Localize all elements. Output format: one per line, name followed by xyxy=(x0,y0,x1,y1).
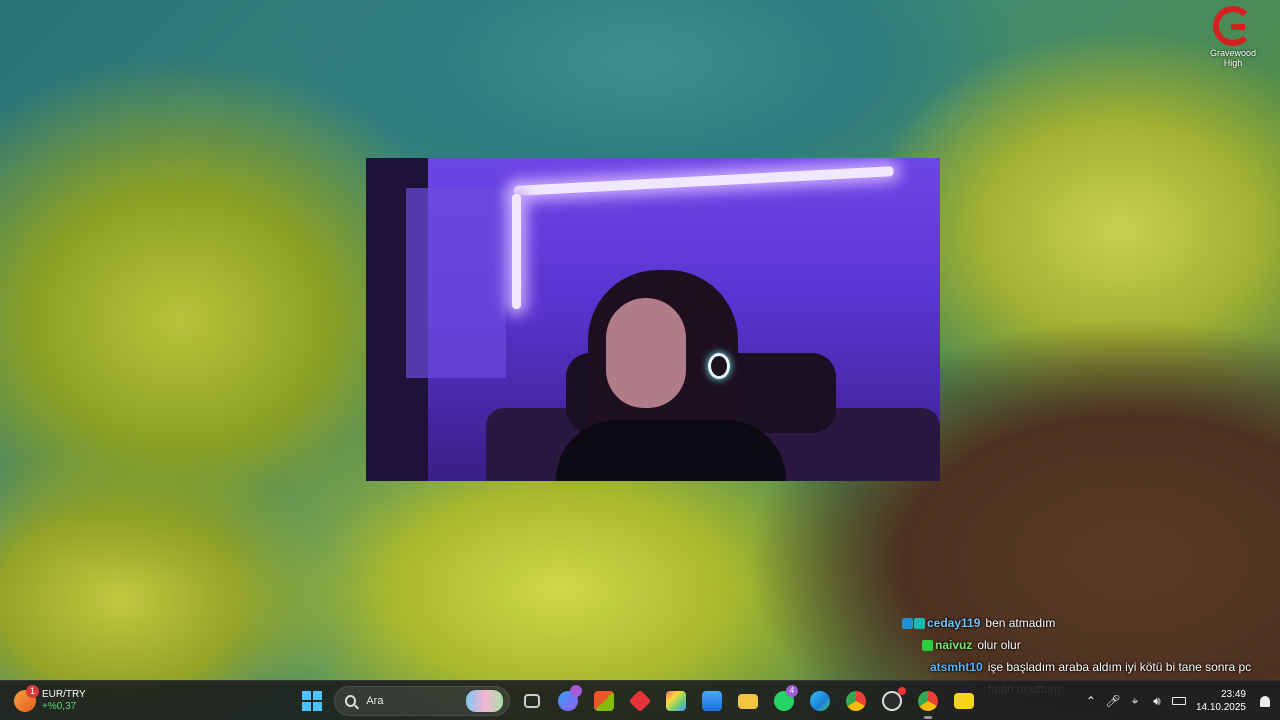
file-explorer-button[interactable] xyxy=(732,685,764,717)
red-diamond-app-icon xyxy=(628,689,652,713)
chrome-icon xyxy=(846,691,866,711)
store-button[interactable] xyxy=(588,685,620,717)
photos-button[interactable] xyxy=(696,685,728,717)
badge-icon xyxy=(902,617,913,629)
whatsapp-badge: 4 xyxy=(786,685,798,697)
copilot-button[interactable] xyxy=(552,685,584,717)
battery-button[interactable] xyxy=(1168,681,1190,720)
widget-change: +%0,37 xyxy=(42,701,77,712)
sticky-notes-icon xyxy=(954,693,974,709)
taskbar: 1 EUR/TRY +%0,37 4 ⌃ 🎤︎ ⌖ 🔊︎ xyxy=(0,680,1280,720)
colorful-app-icon xyxy=(666,691,686,711)
clock[interactable]: 23:49 14.10.2025 xyxy=(1190,688,1254,714)
task-view-icon xyxy=(524,694,540,708)
chat-username: naivuz xyxy=(935,638,973,652)
chat-text: olur olur xyxy=(977,638,1021,652)
microphone-icon: 🎤︎ xyxy=(1105,694,1121,708)
chrome-profile-button[interactable] xyxy=(912,685,944,719)
speaker-icon: 🔊︎ xyxy=(1153,693,1161,708)
search-icon xyxy=(345,695,357,707)
chat-message: naivuz olur olur xyxy=(902,634,1280,656)
notifications-button[interactable] xyxy=(1254,681,1276,720)
chat-username: atsmht10 xyxy=(930,660,983,674)
chevron-up-icon: ⌃ xyxy=(1085,694,1096,708)
corner-logo: Gravewood High xyxy=(1208,6,1258,76)
widget-badge: 1 xyxy=(26,685,39,698)
volume-button[interactable]: 🔊︎ xyxy=(1146,681,1168,720)
bell-icon xyxy=(1260,695,1270,707)
edge-icon xyxy=(810,691,830,711)
clock-date: 14.10.2025 xyxy=(1195,702,1246,713)
chat-username: ceday119 xyxy=(927,616,981,630)
weather-widget[interactable]: 1 EUR/TRY +%0,37 xyxy=(14,685,86,716)
red-app-button[interactable] xyxy=(624,685,656,717)
photos-icon xyxy=(702,691,722,711)
search-box[interactable] xyxy=(334,686,510,716)
headset-light xyxy=(708,353,730,379)
clock-time: 23:49 xyxy=(1220,689,1246,700)
battery-icon xyxy=(1171,697,1186,705)
colorful-app-button[interactable] xyxy=(660,685,692,717)
wifi-icon: ⌖ xyxy=(1131,693,1139,708)
corner-logo-name: Gravewood High xyxy=(1209,48,1257,68)
show-hidden-icons-button[interactable]: ⌃ xyxy=(1080,681,1102,720)
sticky-notes-button[interactable] xyxy=(948,685,980,717)
red-g-logo-icon xyxy=(1213,6,1253,46)
widget-symbol: EUR/TRY xyxy=(42,689,86,700)
chat-message: ceday119 ben atmadım xyxy=(902,612,1280,634)
whatsapp-button[interactable]: 4 xyxy=(768,685,800,717)
chat-text: ben atmadım xyxy=(985,616,1056,630)
notification-badge xyxy=(570,685,582,697)
system-tray: ⌃ 🎤︎ ⌖ 🔊︎ 23:49 14.10.2025 xyxy=(1080,681,1280,720)
chrome-profile-icon xyxy=(918,691,938,711)
windows-icon xyxy=(302,691,322,711)
search-highlight-icon xyxy=(466,690,503,712)
search-input[interactable] xyxy=(366,695,467,707)
chrome-button[interactable] xyxy=(840,685,872,717)
obs-button[interactable] xyxy=(876,685,908,717)
file-explorer-icon xyxy=(738,693,758,709)
edge-button[interactable] xyxy=(804,685,836,717)
microsoft-store-icon xyxy=(594,691,614,711)
task-view-button[interactable] xyxy=(516,685,548,717)
webcam-feed xyxy=(366,158,940,481)
recording-dot xyxy=(898,687,906,695)
badge-icon xyxy=(914,617,925,629)
wifi-button[interactable]: ⌖ xyxy=(1124,681,1146,720)
badge-icon xyxy=(922,639,933,651)
widget-icon: 1 xyxy=(14,685,39,712)
start-button[interactable] xyxy=(296,685,328,717)
microphone-button[interactable]: 🎤︎ xyxy=(1102,681,1124,720)
